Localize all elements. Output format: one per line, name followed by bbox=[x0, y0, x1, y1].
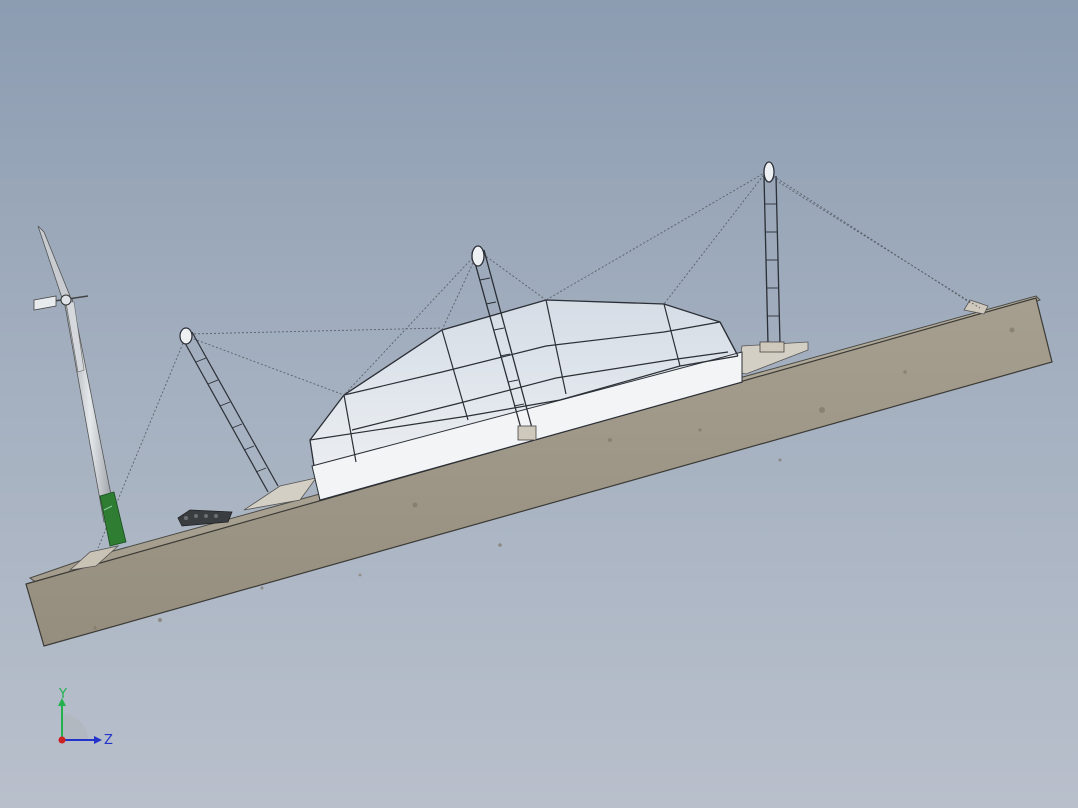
wind-turbine[interactable] bbox=[33, 225, 127, 547]
triad-plane-indicator bbox=[62, 714, 88, 740]
y-axis-label: Y bbox=[58, 687, 67, 702]
left-mast[interactable] bbox=[179, 327, 279, 493]
right-mast[interactable] bbox=[759, 161, 785, 353]
z-axis-label: Z bbox=[104, 733, 113, 748]
model-scene[interactable] bbox=[0, 0, 1078, 808]
orientation-triad[interactable]: Y Z bbox=[52, 684, 122, 754]
z-axis-arrowhead bbox=[94, 736, 102, 744]
3d-viewport[interactable]: Y Z bbox=[0, 0, 1078, 808]
x-axis-dot bbox=[58, 736, 66, 744]
